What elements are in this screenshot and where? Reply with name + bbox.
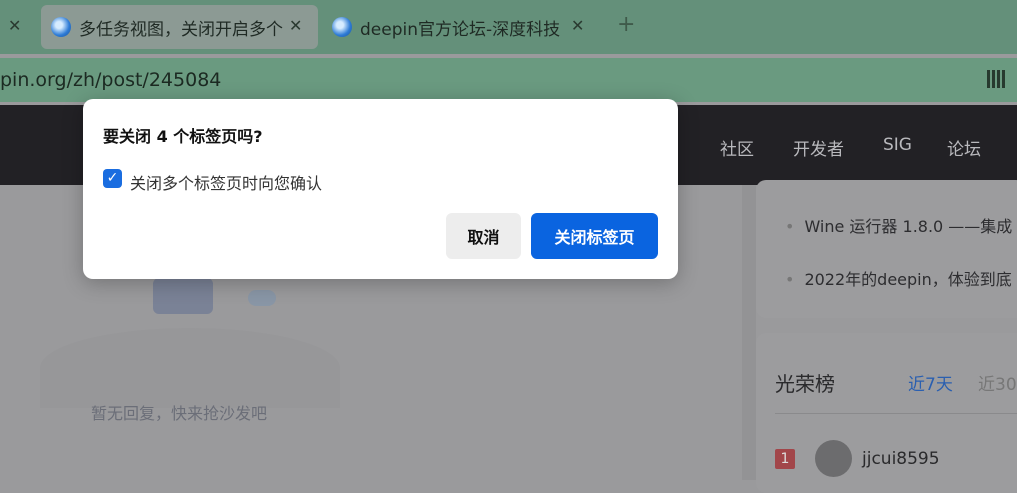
deepin-icon — [51, 17, 71, 37]
empty-illustration — [40, 328, 340, 408]
cloud-icon — [248, 290, 276, 306]
honor-title: 光荣榜 — [775, 372, 835, 396]
deepin-icon — [332, 17, 352, 37]
nav-sig[interactable]: SIG — [883, 135, 912, 155]
tab-7days[interactable]: 近7天 — [908, 370, 953, 395]
divider — [742, 185, 756, 480]
close-tabs-dialog: 要关闭 4 个标签页吗? ✓ 关闭多个标签页时向您确认 取消 关闭标签页 — [83, 99, 678, 279]
close-tab-icon[interactable]: ✕ — [289, 16, 302, 35]
url-text: pin.org/zh/post/245084 — [0, 69, 222, 91]
nav-community[interactable]: 社区 — [720, 135, 754, 160]
divider — [775, 413, 1017, 414]
close-tabs-button[interactable]: 关闭标签页 — [531, 213, 658, 259]
qr-code-icon[interactable] — [987, 70, 1005, 88]
dialog-title: 要关闭 4 个标签页吗? — [103, 127, 263, 146]
tab-bar: ✕ 多任务视图，关闭开启多个 ✕ deepin官方论坛-深度科技官 ✕ + — [0, 0, 1017, 54]
chat-bubble-icon — [153, 278, 213, 314]
tab-title: deepin官方论坛-深度科技官 — [360, 19, 560, 40]
checkbox-label[interactable]: 关闭多个标签页时向您确认 — [130, 170, 322, 194]
nav-developer[interactable]: 开发者 — [793, 135, 844, 160]
new-tab-icon[interactable]: + — [617, 12, 635, 37]
avatar[interactable] — [815, 440, 852, 477]
rank-badge: 1 — [775, 449, 795, 469]
confirm-checkbox[interactable]: ✓ — [103, 169, 122, 188]
address-bar[interactable]: pin.org/zh/post/245084 — [0, 58, 1017, 102]
tab[interactable]: deepin官方论坛-深度科技官 — [332, 5, 562, 49]
close-tab-icon[interactable]: ✕ — [571, 16, 584, 35]
list-item[interactable]: Wine 运行器 1.8.0 ——集成 — [785, 213, 1012, 237]
tab-active[interactable]: 多任务视图，关闭开启多个 — [41, 5, 318, 49]
close-tab-icon[interactable]: ✕ — [8, 16, 21, 35]
tab-30days[interactable]: 近30天 — [978, 370, 1017, 395]
tab-title: 多任务视图，关闭开启多个 — [79, 19, 283, 40]
list-item[interactable]: 2022年的deepin，体验到底 — [785, 266, 1011, 290]
username[interactable]: jjcui8595 — [862, 449, 940, 469]
cancel-button[interactable]: 取消 — [446, 213, 521, 259]
recommend-card — [756, 180, 1017, 318]
empty-text: 暂无回复，快来抢沙发吧 — [91, 404, 268, 423]
nav-forum[interactable]: 论坛 — [947, 135, 981, 160]
